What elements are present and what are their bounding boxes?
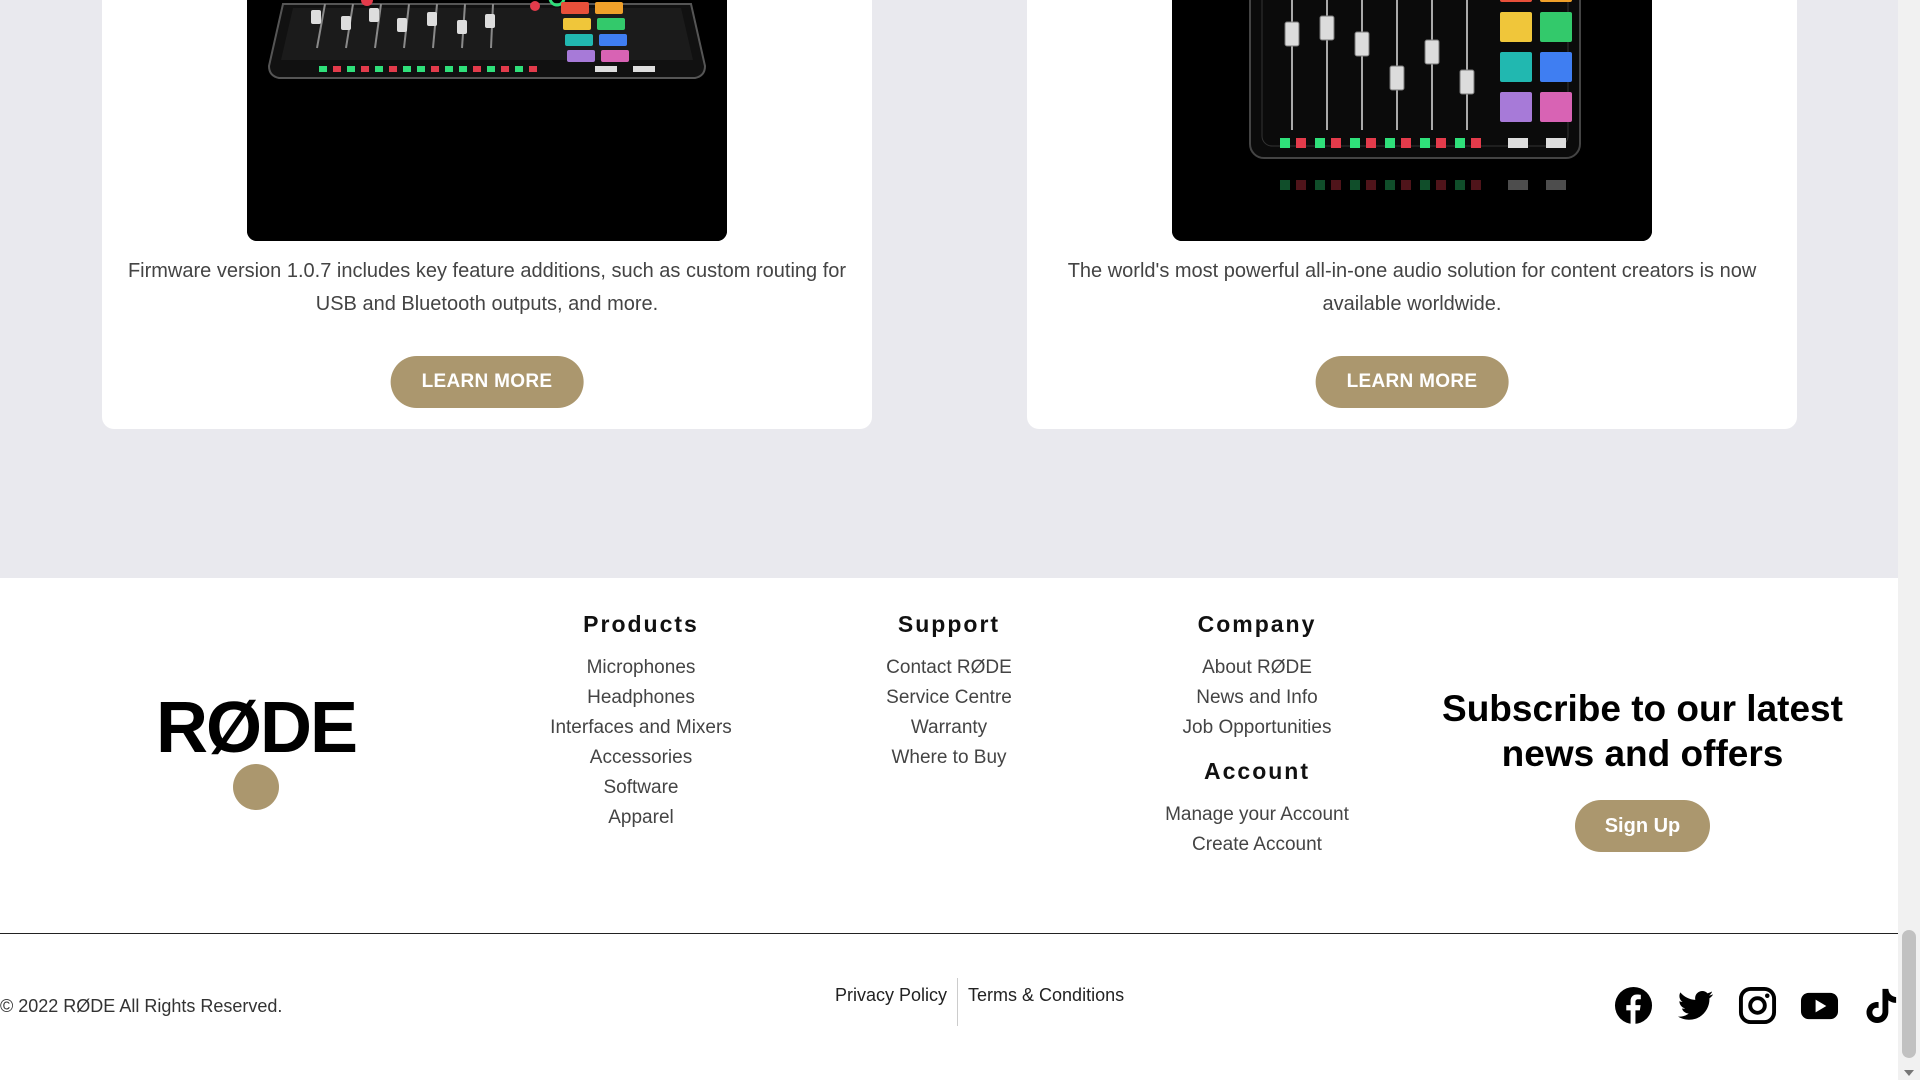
footer-column-support: Support Contact RØDE Service Centre Warr… (799, 608, 1099, 773)
legal-links: Privacy Policy Terms & Conditions (825, 978, 1134, 1026)
footer-link-headphones[interactable]: Headphones (491, 683, 791, 713)
footer-link-warranty[interactable]: Warranty (799, 713, 1099, 743)
news-cards-section: Firmware version 1.0.7 includes key feat… (0, 0, 1898, 578)
mixer-topdown-image[interactable] (1172, 0, 1652, 241)
youtube-icon[interactable] (1800, 986, 1839, 1025)
products-heading: Products (583, 611, 699, 637)
site-footer: RØDE Products Microphones Headphones Int… (0, 578, 1898, 1080)
logo-wordmark: RØDE (155, 688, 358, 768)
news-card-launch: The world's most powerful all-in-one aud… (1027, 0, 1797, 429)
copyright-text: © 2022 RØDE All Rights Reserved. (0, 996, 283, 1016)
page-scrollbar[interactable] (1898, 0, 1920, 1080)
card-description: The world's most powerful all-in-one aud… (1067, 260, 1757, 315)
instagram-icon[interactable] (1738, 986, 1777, 1025)
footer-link-news[interactable]: News and Info (1107, 683, 1407, 713)
footer-link-microphones[interactable]: Microphones (491, 653, 791, 683)
subscribe-title: Subscribe to our latest news and offers (1442, 688, 1843, 774)
sign-up-button[interactable]: Sign Up (1574, 800, 1711, 852)
footer-divider (0, 933, 1898, 934)
footer-link-service-centre[interactable]: Service Centre (799, 683, 1099, 713)
account-heading: Account (1204, 758, 1310, 784)
footer-column-company: Company About RØDE News and Info Job Opp… (1107, 608, 1407, 860)
support-heading: Support (897, 611, 1001, 637)
privacy-policy-link[interactable]: Privacy Policy (825, 978, 957, 1026)
company-heading: Company (1197, 611, 1317, 637)
footer-link-contact[interactable]: Contact RØDE (799, 653, 1099, 683)
twitter-icon[interactable] (1676, 986, 1715, 1025)
scroll-down-icon[interactable] (1904, 1070, 1914, 1076)
facebook-icon[interactable] (1614, 986, 1653, 1025)
footer-link-about[interactable]: About RØDE (1107, 653, 1407, 683)
page: Firmware version 1.0.7 includes key feat… (0, 0, 1920, 1080)
scrollbar-thumb[interactable] (1902, 930, 1916, 1058)
tiktok-icon[interactable] (1862, 986, 1901, 1025)
subscribe-block: Subscribe to our latest news and offers … (1400, 686, 1885, 852)
card-description: Firmware version 1.0.7 includes key feat… (127, 260, 847, 315)
learn-more-button[interactable]: LEARN MORE (1315, 356, 1509, 408)
footer-link-create-account[interactable]: Create Account (1107, 830, 1407, 860)
footer-link-apparel[interactable]: Apparel (491, 803, 791, 833)
terms-conditions-link[interactable]: Terms & Conditions (958, 978, 1134, 1026)
mixer-product-image[interactable] (247, 0, 727, 241)
footer-link-software[interactable]: Software (491, 773, 791, 803)
footer-link-where-to-buy[interactable]: Where to Buy (799, 743, 1099, 773)
footer-link-accessories[interactable]: Accessories (491, 743, 791, 773)
footer-link-jobs[interactable]: Job Opportunities (1107, 713, 1407, 743)
rode-logo[interactable]: RØDE (150, 688, 362, 810)
news-card-firmware: Firmware version 1.0.7 includes key feat… (102, 0, 872, 429)
footer-link-interfaces-mixers[interactable]: Interfaces and Mixers (491, 713, 791, 743)
learn-more-button[interactable]: LEARN MORE (390, 356, 584, 408)
footer-column-products: Products Microphones Headphones Interfac… (491, 608, 791, 833)
social-links (1614, 986, 1901, 1025)
logo-dot-icon (233, 764, 279, 810)
footer-link-manage-account[interactable]: Manage your Account (1107, 800, 1407, 830)
